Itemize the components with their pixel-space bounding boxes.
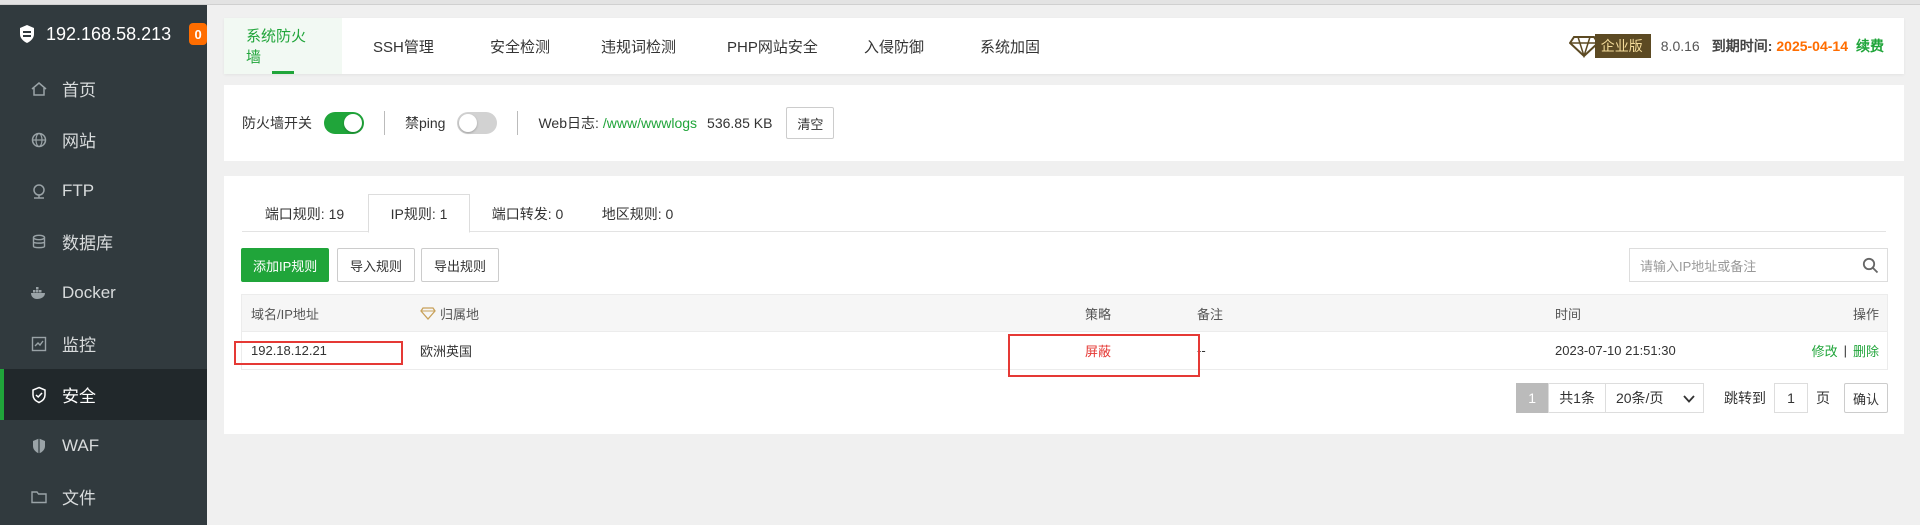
export-rules-button[interactable]: 导出规则 bbox=[421, 248, 500, 282]
row-actions: 修改 | 删除 bbox=[1812, 332, 1879, 369]
host-ip: 192.168.58.213 bbox=[46, 23, 172, 44]
sidebar-item-database[interactable]: 数据库 bbox=[0, 216, 207, 267]
diamond-icon bbox=[420, 306, 436, 320]
col-note: 备注 bbox=[1197, 306, 1224, 322]
tab-intrusion[interactable]: 入侵防御 bbox=[842, 18, 946, 74]
expire-label: 到期时间: bbox=[1711, 38, 1773, 54]
sidebar-item-label: 安全 bbox=[62, 387, 96, 406]
chevron-down-icon bbox=[1683, 395, 1695, 403]
col-location-label: 归属地 bbox=[440, 306, 480, 322]
ftp-icon bbox=[30, 182, 48, 200]
tab-ip-rules[interactable]: IP规则: 1 bbox=[368, 194, 470, 233]
tab-port-rules[interactable]: 端口规则: 19 bbox=[242, 194, 367, 233]
web-log-path[interactable]: /www/wwwlogs bbox=[603, 115, 697, 131]
search-icon[interactable] bbox=[1862, 257, 1879, 274]
divider bbox=[384, 111, 385, 135]
search-placeholder: 请输入IP地址或备注 bbox=[1640, 258, 1757, 274]
security-nav: 系统防火墙 SSH管理 安全检测 违规词检测 PHP网站安全 入侵防御 系统加固… bbox=[224, 18, 1904, 74]
expire-date: 2025-04-14 bbox=[1776, 38, 1848, 54]
shield-check-icon bbox=[30, 386, 48, 404]
confirm-jump-button[interactable]: 确认 bbox=[1843, 383, 1888, 413]
jump-page-input[interactable]: 1 bbox=[1773, 383, 1808, 413]
col-policy: 策略 bbox=[1085, 306, 1112, 322]
table-header: 域名/IP地址 归属地 策略 备注 时间 操作 bbox=[241, 294, 1888, 332]
import-rules-button[interactable]: 导入规则 bbox=[337, 248, 416, 282]
home-icon bbox=[30, 80, 48, 98]
rules-tabs: 端口规则: 19 IP规则: 1 端口转发: 0 地区规则: 0 bbox=[242, 194, 1886, 233]
sidebar-item-website[interactable]: 网站 bbox=[0, 114, 207, 165]
web-log-label: Web日志: bbox=[538, 115, 599, 131]
jump-label: 跳转到 bbox=[1723, 390, 1766, 406]
per-page-value: 20条/页 bbox=[1615, 390, 1664, 406]
add-ip-rule-button[interactable]: 添加IP规则 bbox=[241, 248, 330, 282]
firewall-switch-label: 防火墙开关 bbox=[242, 115, 312, 131]
sidebar-item-ftp[interactable]: FTP bbox=[0, 165, 207, 216]
enterprise-badge[interactable]: 企业版 bbox=[1568, 34, 1651, 58]
row-location: 欧洲英国 bbox=[420, 344, 473, 359]
tab-port-forward[interactable]: 端口转发: 0 bbox=[470, 194, 585, 233]
sidebar-item-label: Docker bbox=[62, 282, 116, 302]
highlight-policy bbox=[1008, 334, 1200, 377]
top-border bbox=[0, 0, 1920, 5]
docker-icon bbox=[30, 284, 48, 302]
edition-label: 企业版 bbox=[1594, 34, 1651, 58]
sidebar-item-label: 数据库 bbox=[62, 234, 113, 253]
tab-system-firewall[interactable]: 系统防火墙 bbox=[224, 18, 342, 74]
page-unit: 页 bbox=[1815, 390, 1830, 406]
firewall-settings: 防火墙开关 禁ping Web日志: /www/wwwlogs 536.85 K… bbox=[224, 85, 1904, 161]
sidebar-item-label: 网站 bbox=[62, 132, 96, 151]
firewall-toggle[interactable] bbox=[324, 112, 364, 134]
sidebar-item-label: 监控 bbox=[62, 336, 96, 355]
tab-banned-words[interactable]: 违规词检测 bbox=[579, 18, 698, 74]
globe-icon bbox=[30, 131, 48, 149]
sidebar-item-label: 文件 bbox=[62, 489, 96, 508]
license-info: 企业版 8.0.16 到期时间: 2025-04-14 续费 bbox=[1568, 18, 1884, 74]
waf-shield-icon bbox=[30, 437, 48, 455]
per-page-select[interactable]: 20条/页 bbox=[1605, 383, 1704, 413]
version: 8.0.16 bbox=[1660, 38, 1700, 54]
col-ip: 域名/IP地址 bbox=[251, 306, 319, 322]
ping-toggle[interactable] bbox=[457, 112, 498, 134]
sidebar-item-security[interactable]: 安全 bbox=[0, 369, 207, 420]
sidebar-header[interactable]: 192.168.58.213 0 bbox=[0, 5, 207, 63]
action-separator: | bbox=[1843, 343, 1847, 358]
clear-log-button[interactable]: 清空 bbox=[786, 107, 835, 139]
sidebar-item-label: 首页 bbox=[62, 81, 96, 100]
delete-link[interactable]: 删除 bbox=[1853, 341, 1879, 360]
total-count: 共1条 bbox=[1548, 383, 1606, 413]
web-log-size: 536.85 KB bbox=[707, 115, 773, 131]
tab-region-rules[interactable]: 地区规则: 0 bbox=[585, 194, 690, 233]
tab-security-scan[interactable]: 安全检测 bbox=[468, 18, 572, 74]
tab-ssh[interactable]: SSH管理 bbox=[351, 18, 456, 74]
col-time: 时间 bbox=[1555, 306, 1582, 322]
sidebar-item-label: FTP bbox=[62, 180, 95, 200]
server-icon bbox=[18, 24, 36, 44]
edit-link[interactable]: 修改 bbox=[1812, 341, 1838, 360]
highlight-ip bbox=[234, 341, 403, 365]
sidebar: 192.168.58.213 0 首页 网站 FTP 数据库 Docker 监控… bbox=[0, 5, 207, 525]
divider bbox=[517, 111, 519, 135]
row-time: 2023-07-10 21:51:30 bbox=[1555, 343, 1676, 358]
sidebar-item-waf[interactable]: WAF bbox=[0, 420, 207, 471]
page-current[interactable]: 1 bbox=[1516, 383, 1549, 413]
ping-label: 禁ping bbox=[405, 115, 446, 131]
col-action: 操作 bbox=[1852, 306, 1879, 322]
pagination: 1 共1条 20条/页 跳转到 1 页 确认 bbox=[1516, 383, 1888, 413]
tab-php-security[interactable]: PHP网站安全 bbox=[705, 18, 840, 74]
folder-icon bbox=[30, 488, 48, 506]
col-location: 归属地 bbox=[420, 295, 479, 331]
sidebar-item-monitor[interactable]: 监控 bbox=[0, 318, 207, 369]
monitor-icon bbox=[30, 335, 48, 353]
sidebar-item-files[interactable]: 文件 bbox=[0, 471, 207, 522]
rules-panel: 端口规则: 19 IP规则: 1 端口转发: 0 地区规则: 0 添加IP规则 … bbox=[224, 176, 1904, 434]
renew-link[interactable]: 续费 bbox=[1856, 36, 1884, 56]
notification-badge[interactable]: 0 bbox=[189, 23, 207, 45]
sidebar-item-home[interactable]: 首页 bbox=[0, 63, 207, 114]
database-icon bbox=[30, 233, 48, 251]
sidebar-item-label: WAF bbox=[62, 435, 100, 455]
search-input[interactable]: 请输入IP地址或备注 bbox=[1629, 248, 1888, 282]
tab-hardening[interactable]: 系统加固 bbox=[958, 18, 1062, 74]
sidebar-item-docker[interactable]: Docker bbox=[0, 267, 207, 318]
